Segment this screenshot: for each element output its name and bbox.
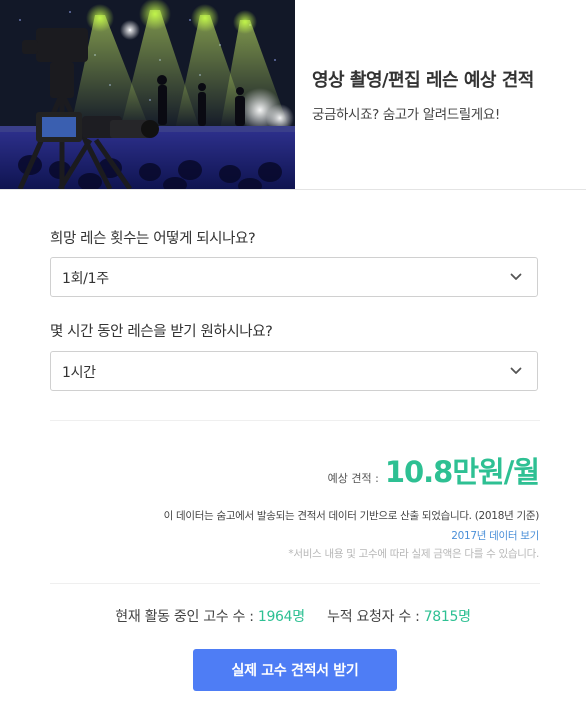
estimate-label: 예상 견적 : (327, 472, 379, 485)
frequency-select[interactable]: 1회/1주 (50, 257, 538, 297)
active-experts-label: 현재 활동 중인 고수 수 : (115, 609, 254, 625)
total-requests-label: 누적 요청자 수 : (327, 609, 420, 625)
chevron-down-icon (510, 367, 522, 374)
total-requests-count: 7815명 (423, 609, 471, 625)
page-subtitle: 궁금하시죠? 숨고가 알려드릴게요! (312, 107, 500, 123)
estimate-price: 10.8만원/월 (384, 455, 540, 489)
duration-question: 몇 시간 동안 레슨을 받기 원하시나요? (50, 324, 273, 340)
data-source-note: 이 데이터는 숨고에서 발송되는 견적서 데이터 기반으로 산출 되었습니다. … (163, 510, 540, 522)
duration-select-value: 1시간 (62, 365, 96, 381)
view-2017-data-link[interactable]: 2017년 데이터 보기 (451, 528, 539, 543)
estimate-row: 예상 견적 : 10.8만원/월 (327, 449, 540, 491)
header-text: 영상 촬영/편집 레슨 예상 견적 궁금하시죠? 숨고가 알려드릴게요! (312, 66, 534, 123)
get-quotes-button[interactable]: 실제 고수 견적서 받기 (193, 649, 397, 691)
divider (50, 583, 540, 584)
header: 영상 촬영/편집 레슨 예상 견적 궁금하시죠? 숨고가 알려드릴게요! (0, 0, 586, 190)
divider (50, 420, 540, 421)
stats-row: 현재 활동 중인 고수 수 : 1964명 누적 요청자 수 : 7815명 (0, 606, 586, 626)
frequency-select-value: 1회/1주 (62, 271, 109, 287)
active-experts-count: 1964명 (257, 609, 305, 625)
duration-select[interactable]: 1시간 (50, 351, 538, 391)
chevron-down-icon (510, 273, 522, 280)
frequency-question: 희망 레슨 횟수는 어떻게 되시나요? (50, 231, 256, 247)
price-disclaimer: *서비스 내용 및 고수에 따라 실제 금액은 다를 수 있습니다. (288, 548, 539, 560)
hero-image-concert-camera (0, 0, 295, 189)
page-title: 영상 촬영/편집 레슨 예상 견적 (312, 70, 534, 91)
